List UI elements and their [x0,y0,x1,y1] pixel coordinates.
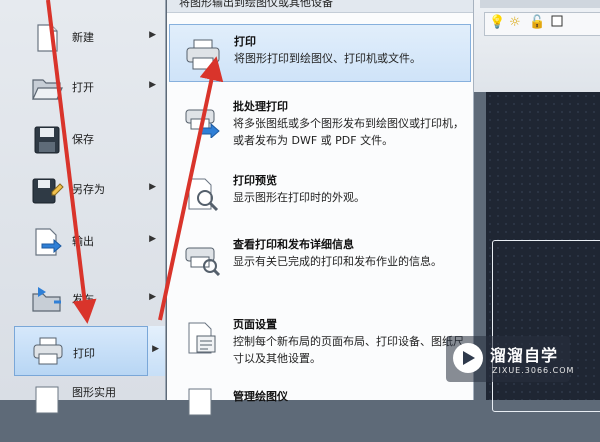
watermark-name: 溜溜自学 [490,346,559,365]
watermark: 溜溜自学 ZIXUE.3066.COM [446,336,573,382]
annotation-arrow-up [158,56,224,321]
watermark-logo-icon [453,343,483,373]
watermark-url: ZIXUE.3066.COM [492,366,575,375]
annotation-arrow-down [46,0,97,324]
